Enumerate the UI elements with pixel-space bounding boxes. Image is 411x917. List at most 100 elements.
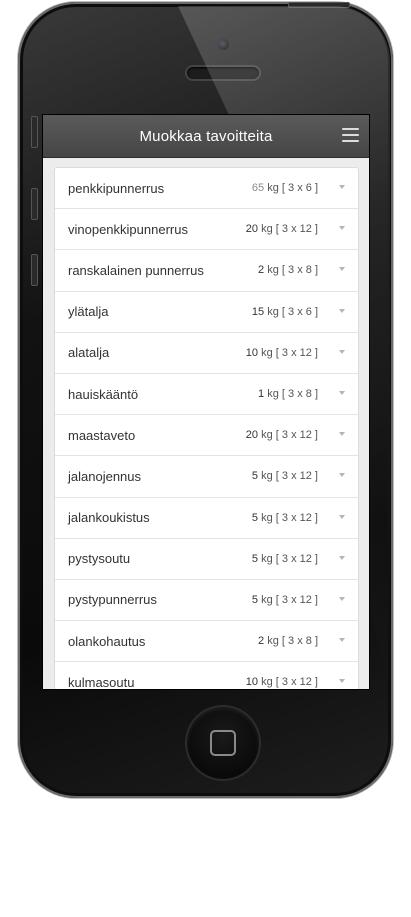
goal-sets: [ 3 x 8 ] <box>281 264 318 277</box>
goal-row[interactable]: kulmasoutu 10 kg [ 3 x 12 ] <box>55 662 358 690</box>
earpiece-speaker <box>187 67 259 79</box>
goal-row[interactable]: jalankoukistus 5 kg [ 3 x 12 ] <box>55 498 358 539</box>
goal-unit: kg <box>261 511 273 524</box>
goal-name: pystypunnerrus <box>68 592 157 608</box>
goal-weight: 5 <box>251 470 259 483</box>
goal-weight: 2 <box>258 264 265 277</box>
volume-up-button <box>31 188 38 220</box>
goal-weight: 5 <box>251 593 259 606</box>
chevron-down-icon[interactable] <box>339 267 345 272</box>
goal-target: 5 kg [ 3 x 12 ] <box>245 511 318 524</box>
mute-switch <box>31 116 38 148</box>
goal-name: pystysoutu <box>68 551 131 567</box>
goal-name: jalankoukistus <box>68 510 150 526</box>
goal-target: 10 kg [ 3 x 12 ] <box>239 676 318 689</box>
goal-weight: 10 <box>245 676 259 689</box>
chevron-down-icon[interactable] <box>339 308 345 313</box>
goal-sets: [ 3 x 8 ] <box>281 635 318 648</box>
goal-sets: [ 3 x 12 ] <box>275 676 318 689</box>
goal-sets: [ 3 x 12 ] <box>275 593 318 606</box>
goal-row[interactable]: pystysoutu 5 kg [ 3 x 12 ] <box>55 539 358 580</box>
chevron-down-icon[interactable] <box>339 226 345 231</box>
goal-unit: kg <box>261 676 273 689</box>
goal-row[interactable]: pystypunnerrus 5 kg [ 3 x 12 ] <box>55 580 358 622</box>
hamburger-menu-icon[interactable] <box>342 128 359 142</box>
page-title: Muokkaa tavoitteita <box>139 127 273 145</box>
goal-unit: kg <box>261 223 273 236</box>
chevron-down-icon[interactable] <box>339 349 345 354</box>
chevron-down-icon[interactable] <box>339 596 345 601</box>
goal-row[interactable]: ranskalainen punnerrus 2 kg [ 3 x 8 ] <box>55 250 358 292</box>
goal-weight: 65 <box>251 182 265 195</box>
goal-row[interactable]: ylätalja 15 kg [ 3 x 6 ] <box>55 292 358 333</box>
goal-name: olankohautus <box>68 633 146 649</box>
goal-sets: [ 3 x 6 ] <box>281 182 318 195</box>
navbar: Muokkaa tavoitteita <box>43 115 369 158</box>
goal-target: 2 kg [ 3 x 8 ] <box>252 635 318 648</box>
goal-unit: kg <box>261 470 273 483</box>
goal-sets: [ 3 x 8 ] <box>281 388 318 401</box>
goal-weight: 15 <box>251 305 265 318</box>
goal-weight: 10 <box>245 346 259 359</box>
goal-weight: 2 <box>258 635 265 648</box>
goal-sets: [ 3 x 12 ] <box>275 223 318 236</box>
goal-name: hauiskääntö <box>68 386 139 402</box>
goal-sets: [ 3 x 6 ] <box>281 305 318 318</box>
goal-weight: 5 <box>251 552 259 565</box>
goal-name: jalanojennus <box>68 468 142 484</box>
page: Muokkaa tavoitteita penkkipunnerrus 65 kg… <box>0 0 411 917</box>
goal-sets: [ 3 x 12 ] <box>275 552 318 565</box>
goal-row[interactable]: alatalja 10 kg [ 3 x 12 ] <box>55 333 358 374</box>
goal-target: 5 kg [ 3 x 12 ] <box>245 593 318 606</box>
goal-target: 5 kg [ 3 x 12 ] <box>245 552 318 565</box>
volume-down-button <box>31 254 38 286</box>
goal-target: 10 kg [ 3 x 12 ] <box>239 346 318 359</box>
front-camera-icon <box>217 38 230 51</box>
goal-target: 2 kg [ 3 x 8 ] <box>252 264 318 277</box>
home-square-icon <box>210 730 236 756</box>
goal-row[interactable]: maastaveto 20 kg [ 3 x 12 ] <box>55 415 358 457</box>
goal-name: ranskalainen punnerrus <box>68 262 204 278</box>
goal-weight: 20 <box>245 429 259 442</box>
goal-row[interactable]: vinopenkkipunnerrus 20 kg [ 3 x 12 ] <box>55 209 358 251</box>
goal-unit: kg <box>261 429 273 442</box>
goal-unit: kg <box>267 182 279 195</box>
goal-sets: [ 3 x 12 ] <box>275 511 318 524</box>
goal-weight: 5 <box>251 511 259 524</box>
goal-row[interactable]: hauiskääntö 1 kg [ 3 x 8 ] <box>55 374 358 416</box>
goal-target: 5 kg [ 3 x 12 ] <box>245 470 318 483</box>
goal-target: 65 kg [ 3 x 6 ] <box>245 182 318 195</box>
goal-unit: kg <box>267 305 279 318</box>
chevron-down-icon[interactable] <box>339 473 345 478</box>
chevron-down-icon[interactable] <box>339 432 345 437</box>
goal-sets: [ 3 x 12 ] <box>275 470 318 483</box>
goal-name: vinopenkkipunnerrus <box>68 221 188 237</box>
sleep-button <box>288 2 350 8</box>
goal-target: 20 kg [ 3 x 12 ] <box>239 223 318 236</box>
goal-target: 15 kg [ 3 x 6 ] <box>245 305 318 318</box>
goal-row[interactable]: olankohautus 2 kg [ 3 x 8 ] <box>55 621 358 663</box>
chevron-down-icon[interactable] <box>339 555 345 560</box>
app-screen: Muokkaa tavoitteita penkkipunnerrus 65 kg… <box>42 114 370 690</box>
chevron-down-icon[interactable] <box>339 390 345 395</box>
goal-unit: kg <box>267 635 279 648</box>
chevron-down-icon[interactable] <box>339 679 345 684</box>
goal-name: kulmasoutu <box>68 674 135 690</box>
home-button[interactable] <box>187 707 259 779</box>
chevron-down-icon[interactable] <box>339 185 345 189</box>
goal-name: penkkipunnerrus <box>68 180 165 196</box>
chevron-down-icon[interactable] <box>339 638 345 643</box>
goal-target: 20 kg [ 3 x 12 ] <box>239 429 318 442</box>
goal-unit: kg <box>261 346 273 359</box>
goal-sets: [ 3 x 12 ] <box>275 346 318 359</box>
goal-name: ylätalja <box>68 304 109 320</box>
goal-weight: 20 <box>245 223 259 236</box>
goal-row[interactable]: jalanojennus 5 kg [ 3 x 12 ] <box>55 456 358 498</box>
goal-row[interactable]: penkkipunnerrus 65 kg [ 3 x 6 ] <box>55 168 358 210</box>
goal-target: 1 kg [ 3 x 8 ] <box>252 388 318 401</box>
chevron-down-icon[interactable] <box>339 514 345 519</box>
goal-unit: kg <box>267 388 279 401</box>
goal-unit: kg <box>261 593 273 606</box>
goal-unit: kg <box>267 264 279 277</box>
goal-list: penkkipunnerrus 65 kg [ 3 x 6 ] vinopenkki… <box>54 167 359 690</box>
